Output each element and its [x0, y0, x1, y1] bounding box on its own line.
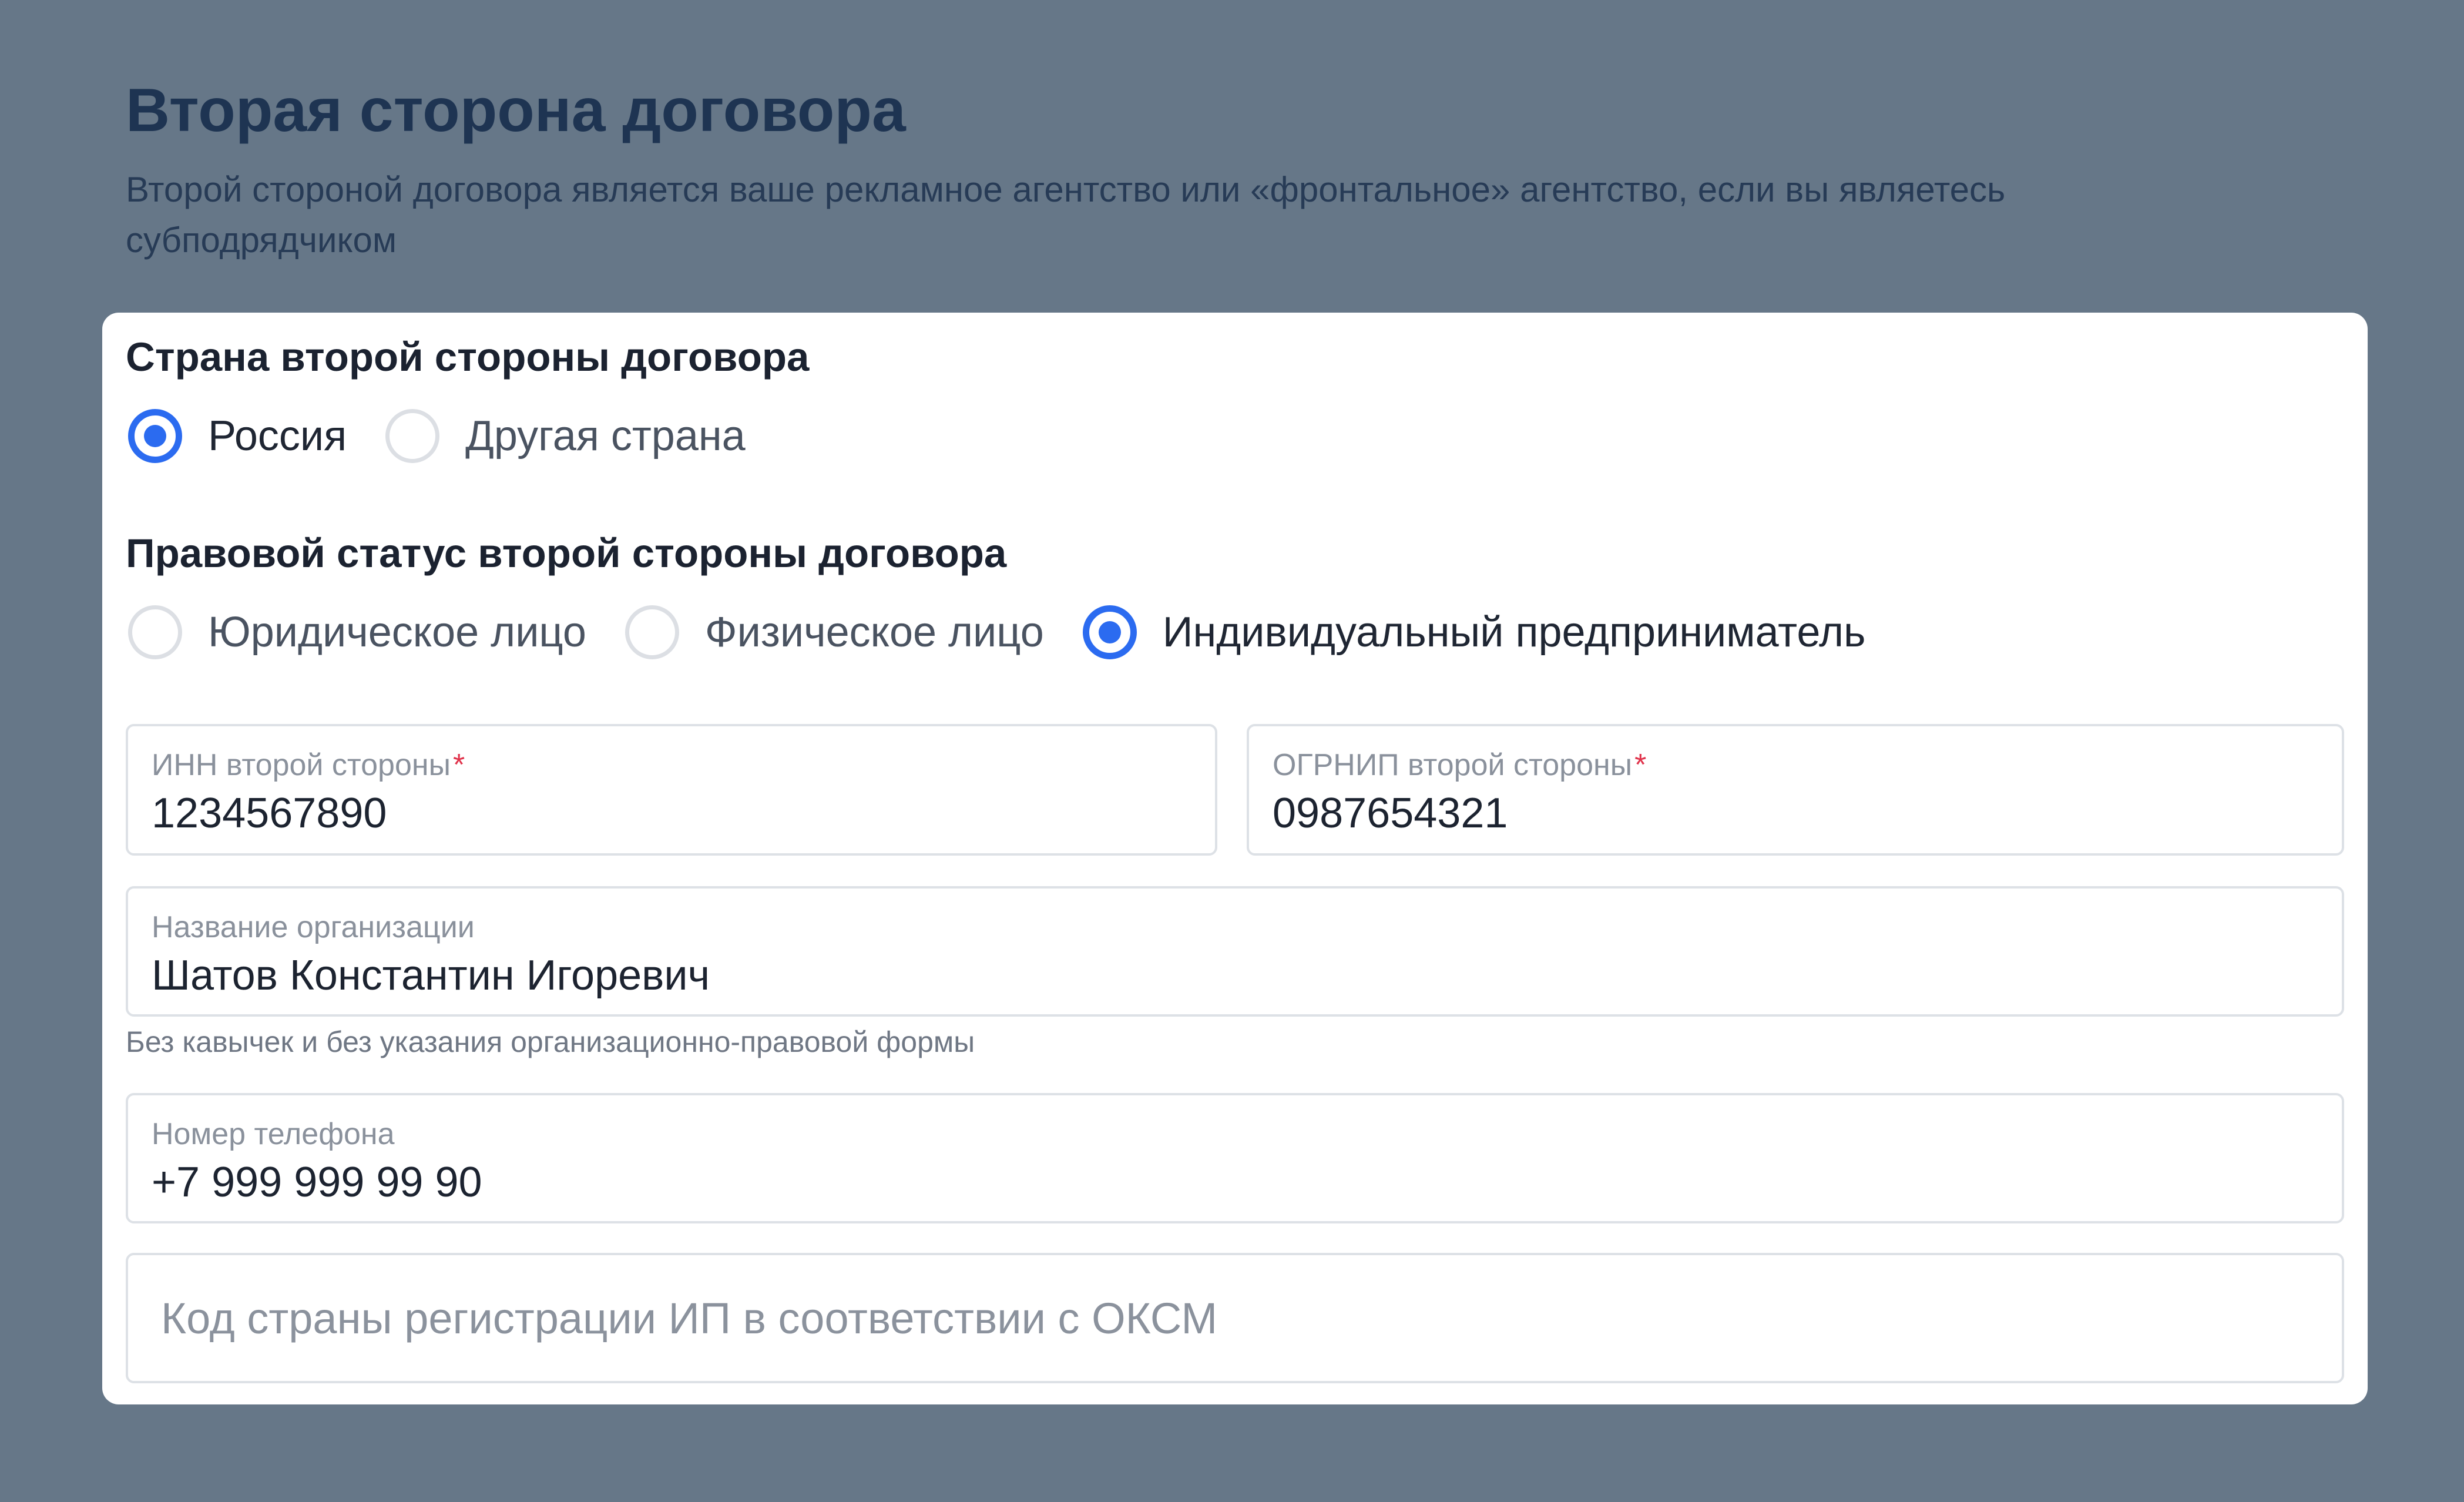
form-card: Страна второй стороны договора Россия Др… — [102, 313, 2368, 1404]
org-name-hint: Без кавычек и без указания организационн… — [126, 1025, 975, 1058]
radio-label-individual: Физическое лицо — [704, 609, 1044, 656]
radio-option-individual[interactable]: Физическое лицо — [625, 605, 1044, 659]
radio-russia[interactable] — [128, 409, 182, 463]
org-name-value[interactable]: Шатов Константин Игоревич — [152, 947, 2342, 1004]
phone-field[interactable]: Номер телефона +7 999 999 99 90 — [126, 1093, 2344, 1223]
page-title: Вторая сторона договора — [126, 76, 906, 145]
radio-option-sole-proprietor[interactable]: Индивидуальный предприниматель — [1082, 605, 1866, 659]
radio-label-legal-entity: Юридическое лицо — [208, 609, 586, 656]
page: Вторая сторона договора Второй стороной … — [0, 0, 2464, 1502]
radio-label-other-country: Другая страна — [465, 413, 746, 460]
inn-value[interactable]: 1234567890 — [152, 785, 1215, 841]
inn-field-label-wrap: ИНН второй стороны* — [152, 746, 1215, 784]
radio-option-other-country[interactable]: Другая страна — [385, 409, 746, 463]
ogrnip-required-mark: * — [1634, 748, 1647, 782]
page-subtitle: Второй стороной договора является ваше р… — [126, 170, 2006, 260]
phone-label: Номер телефона — [152, 1117, 395, 1151]
radio-option-legal-entity[interactable]: Юридическое лицо — [128, 605, 586, 659]
phone-value[interactable]: +7 999 999 99 90 — [152, 1154, 2342, 1211]
inn-field[interactable]: ИНН второй стороны* 1234567890 — [126, 724, 1217, 856]
radio-legal-entity[interactable] — [128, 605, 182, 659]
inn-required-mark: * — [452, 748, 465, 782]
section-header: Вторая сторона договора Второй стороной … — [126, 69, 2299, 266]
radio-individual[interactable] — [625, 605, 679, 659]
radio-option-russia[interactable]: Россия — [128, 409, 347, 463]
country-radio-group: Россия Другая страна — [128, 409, 784, 463]
radio-sole-proprietor[interactable] — [1082, 605, 1137, 659]
radio-label-russia: Россия — [208, 413, 347, 460]
legal-status-label: Правовой статус второй стороны договора — [126, 531, 1007, 576]
radio-label-sole-proprietor: Индивидуальный предприниматель — [1162, 609, 1866, 656]
inn-label: ИНН второй стороны — [152, 748, 451, 782]
org-name-label: Название организации — [152, 910, 475, 944]
oksm-country-code-input[interactable] — [126, 1253, 2344, 1383]
country-label: Страна второй стороны договора — [126, 334, 810, 380]
ogrnip-value[interactable]: 0987654321 — [1273, 785, 2342, 841]
org-name-field[interactable]: Название организации Шатов Константин Иг… — [126, 886, 2344, 1017]
legal-status-radio-group: Юридическое лицо Физическое лицо Индивид… — [128, 605, 1905, 659]
radio-other-country[interactable] — [385, 409, 440, 463]
ogrnip-field[interactable]: ОГРНИП второй стороны* 0987654321 — [1247, 724, 2344, 856]
ogrnip-field-label-wrap: ОГРНИП второй стороны* — [1273, 746, 2342, 784]
ogrnip-label: ОГРНИП второй стороны — [1273, 748, 1633, 782]
